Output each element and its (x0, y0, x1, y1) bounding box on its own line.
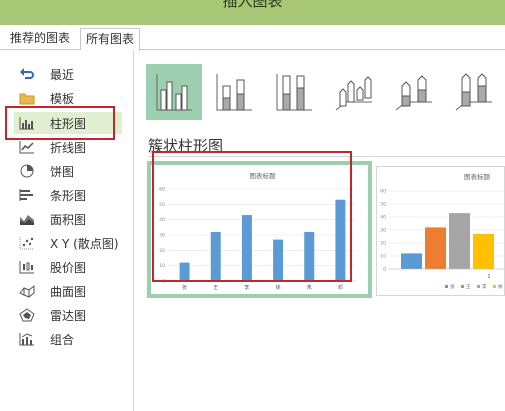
sidebar-item-label: 组合 (50, 332, 75, 347)
sidebar-item-bar[interactable]: 条形图 (18, 184, 123, 206)
annotation-highlight-box (5, 106, 115, 140)
title-bar: 插入图表 (0, 0, 505, 25)
tab-recommended[interactable]: 推荐的图表 (6, 28, 74, 49)
chart-title: 图表标题 (464, 172, 491, 181)
y-tick-label: 50 (380, 202, 386, 208)
sidebar-item-label: 股价图 (50, 260, 87, 275)
line-chart-icon (18, 139, 36, 155)
bar (425, 227, 446, 269)
area-chart-icon (18, 211, 36, 227)
y-tick-label: 20 (380, 241, 386, 247)
tab-strip: 推荐的图表 所有图表 (0, 25, 505, 52)
legend-label: 徐 (498, 283, 503, 290)
tab-all-charts[interactable]: 所有图表 (80, 28, 141, 52)
x-tick-label: 李 (244, 284, 249, 291)
legend-swatch (477, 285, 480, 288)
undo-arrow-icon (18, 66, 36, 82)
stock-chart-icon (18, 259, 36, 275)
sidebar-item-label: 条形图 (50, 188, 87, 203)
3d-clustered-column-icon (335, 76, 372, 111)
subtype-100-stacked-column[interactable] (266, 64, 322, 120)
clustered-column-series-chart: 图表标题 0 10 20 30 40 50 60 1 张 王 李 徐 (380, 172, 504, 290)
subtype-3d-stacked-column[interactable] (386, 64, 442, 120)
chart-preview-alternate[interactable]: 图表标题 0 10 20 30 40 50 60 1 张 王 李 徐 (376, 166, 505, 296)
window-title: 插入图表 (222, 0, 283, 10)
3d-stacked-column-icon (395, 75, 432, 111)
annotation-highlight-box (152, 151, 352, 282)
y-tick-label: 10 (380, 254, 386, 260)
x-tick-label: 张 (182, 284, 187, 291)
sidebar-item-recent[interactable]: 最近 (18, 63, 123, 85)
sidebar-item-combo[interactable]: 组合 (18, 328, 123, 350)
sidebar-item-stock[interactable]: 股价图 (18, 256, 123, 278)
legend-swatch (461, 285, 464, 288)
y-tick-label: 0 (383, 267, 386, 273)
folder-icon (18, 90, 36, 106)
stacked-column-icon (216, 74, 252, 111)
scatter-chart-icon (18, 235, 36, 251)
subtype-3d-100-stacked-column[interactable] (446, 64, 502, 120)
x-tick-label: 朱 (307, 284, 312, 291)
y-tick-label: 30 (380, 228, 386, 234)
surface-chart-icon (18, 283, 36, 299)
x-tick-label: 邓 (338, 284, 343, 291)
y-tick-label: 40 (380, 215, 386, 221)
sidebar-item-label: 面积图 (50, 212, 87, 227)
chart-subtype-gallery (146, 64, 505, 120)
bar-chart-icon (18, 187, 36, 203)
sidebar-item-scatter[interactable]: X Y (散点图) (18, 232, 123, 254)
sidebar-item-label: 最近 (50, 67, 75, 82)
bar (449, 213, 470, 269)
3d-percent-stacked-column-icon (455, 73, 492, 111)
bar (473, 233, 494, 269)
x-tick-label: 徐 (276, 284, 281, 291)
sidebar-item-label: X Y (散点图) (50, 236, 119, 251)
x-tick-label: 王 (213, 285, 218, 291)
chart-type-sidebar: 最近 模板 柱形图 折线图 饼图 条形图 面积图 X Y (散点图) 股价图 曲… (0, 50, 134, 411)
x-tick-label: 1 (487, 274, 490, 280)
subtype-clustered-column[interactable] (146, 64, 202, 120)
sidebar-item-surface[interactable]: 曲面图 (18, 280, 123, 302)
sidebar-item-label: 曲面图 (50, 284, 87, 299)
percent-stacked-column-icon (276, 74, 312, 111)
legend-swatch (493, 285, 496, 288)
legend-label: 张 (450, 283, 455, 290)
legend-label: 李 (482, 283, 487, 290)
clustered-column-icon (156, 74, 192, 111)
subtype-3d-clustered-column[interactable] (326, 64, 382, 120)
radar-chart-icon (18, 307, 36, 323)
subtype-stacked-column[interactable] (206, 64, 262, 120)
bar (401, 253, 422, 269)
sidebar-item-pie[interactable]: 饼图 (18, 160, 123, 182)
sidebar-item-label: 饼图 (50, 164, 75, 179)
sidebar-item-radar[interactable]: 雷达图 (18, 304, 123, 326)
combo-chart-icon (18, 331, 36, 347)
sidebar-item-label: 折线图 (50, 140, 87, 155)
pie-chart-icon (18, 163, 36, 179)
y-tick-label: 60 (380, 189, 386, 195)
sidebar-item-label: 模板 (50, 91, 75, 106)
legend-label: 王 (466, 284, 471, 290)
sidebar-item-area[interactable]: 面积图 (18, 208, 123, 230)
legend-swatch (445, 285, 448, 288)
sidebar-item-label: 雷达图 (50, 308, 87, 323)
